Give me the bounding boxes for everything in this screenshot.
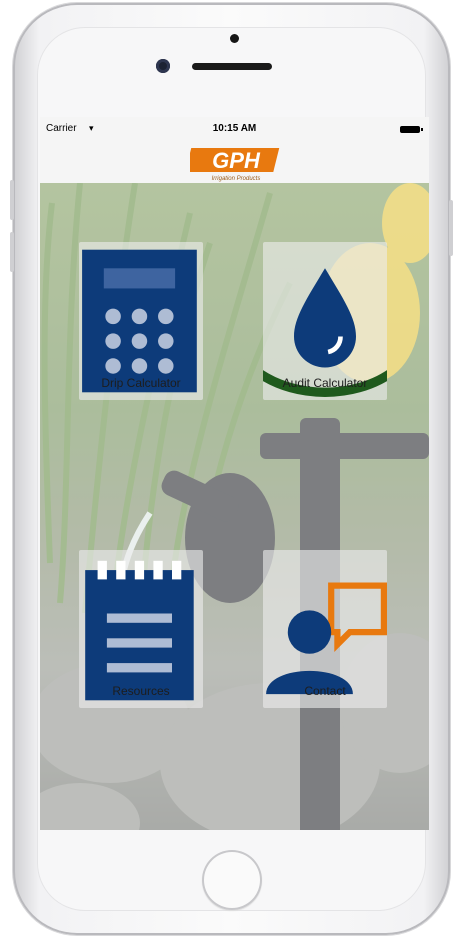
logo-subtitle: Irrigation Products [212, 176, 261, 182]
contact-tile[interactable]: Contact [263, 550, 387, 708]
front-camera-icon [156, 59, 170, 73]
resources-tile[interactable]: Resources [79, 550, 203, 708]
status-time: 10:15 AM [212, 123, 257, 134]
background-photo: Drip Calculator Audit Calculator Resourc… [40, 183, 429, 830]
contact-label: Contact [304, 684, 346, 698]
audit-calculator-label: Audit Calculator [282, 376, 368, 390]
resources-label: Resources [112, 684, 170, 698]
volume-up-button [10, 180, 14, 220]
gph-logo: GPH Irrigation Products [190, 148, 280, 182]
volume-down-button [10, 232, 14, 272]
proximity-sensor [230, 34, 239, 43]
drip-calculator-tile[interactable]: Drip Calculator [79, 242, 203, 400]
drip-calculator-label: Drip Calculator [101, 376, 181, 390]
audit-calculator-tile[interactable]: Audit Calculator [263, 242, 387, 400]
home-button[interactable] [202, 850, 262, 910]
status-bar: Carrier ▾ 10:15 AM [40, 117, 429, 139]
battery-icon [400, 126, 423, 133]
app-screen: Carrier ▾ 10:15 AM GPH Irrigation Produc… [40, 117, 429, 830]
earpiece-speaker [192, 63, 272, 70]
app-header: GPH Irrigation Products [40, 139, 429, 183]
power-button [449, 200, 453, 256]
logo-text: GPH [212, 148, 261, 173]
